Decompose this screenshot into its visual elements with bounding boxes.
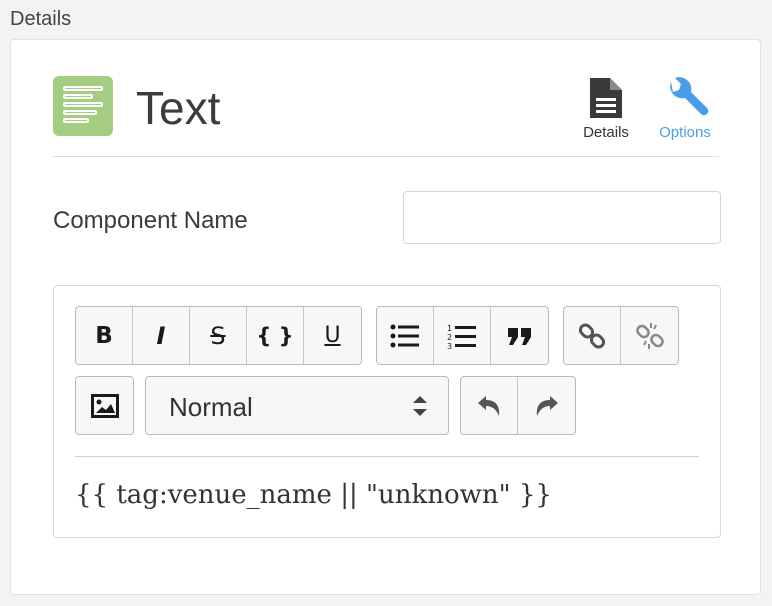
code-icon: { } — [256, 323, 294, 348]
unlink-button[interactable] — [621, 307, 678, 364]
block-format-group: 1 2 3 — [376, 306, 549, 365]
link-button[interactable] — [564, 307, 621, 364]
svg-text:3: 3 — [447, 342, 452, 349]
unlink-icon — [635, 322, 664, 349]
block-format-select[interactable]: Normal — [145, 376, 449, 435]
blockquote-button[interactable] — [491, 307, 548, 364]
inline-format-group: B I S { } U — [75, 306, 362, 365]
underline-icon: U — [324, 323, 341, 348]
bullet-list-icon — [390, 324, 419, 347]
bold-button[interactable]: B — [76, 307, 133, 364]
tab-details[interactable]: Details — [574, 76, 638, 141]
text-lines-icon — [53, 76, 113, 136]
undo-icon — [478, 395, 500, 416]
redo-icon — [536, 395, 558, 416]
component-header: Text Details Options — [53, 76, 719, 157]
tab-options[interactable]: Options — [653, 76, 717, 141]
document-icon — [590, 78, 622, 118]
insert-image-button[interactable] — [76, 377, 133, 434]
image-icon — [90, 393, 119, 418]
italic-icon: I — [156, 321, 166, 350]
rich-text-editor: B I S { } U 1 2 3 Normal {{tag:venue_na… — [53, 285, 721, 538]
section-title: Details — [10, 8, 72, 30]
numbered-list-button[interactable]: 1 2 3 — [434, 307, 491, 364]
history-group — [460, 376, 576, 435]
link-icon — [578, 322, 606, 349]
image-group — [75, 376, 134, 435]
link-group — [563, 306, 679, 365]
editor-content[interactable]: {{ tag:venue_name || "unknown" }} — [75, 480, 552, 510]
strikethrough-button[interactable]: S — [190, 307, 247, 364]
redo-button[interactable] — [518, 377, 575, 434]
svg-text:1: 1 — [447, 324, 452, 333]
undo-button[interactable] — [461, 377, 518, 434]
code-button[interactable]: { } — [247, 307, 304, 364]
italic-button[interactable]: I — [133, 307, 190, 364]
quote-icon — [507, 327, 531, 345]
tab-details-label: Details — [583, 124, 629, 141]
component-name-label: Component Name — [53, 207, 248, 234]
numbered-list-icon: 1 2 3 — [447, 324, 476, 349]
strikethrough-icon: S — [210, 321, 226, 350]
wrench-icon — [670, 77, 709, 116]
block-format-value: Normal — [169, 392, 253, 422]
toolbar-divider — [75, 456, 699, 457]
select-arrows-icon — [413, 396, 427, 416]
details-panel: Text Details Options Component Name B I … — [10, 39, 761, 595]
bullet-list-button[interactable] — [377, 307, 434, 364]
svg-text:2: 2 — [447, 333, 452, 342]
underline-button[interactable]: U — [304, 307, 361, 364]
tab-options-label: Options — [659, 124, 711, 141]
bold-icon: B — [95, 322, 113, 349]
component-name-input[interactable] — [403, 191, 721, 244]
component-title: Text — [136, 82, 221, 134]
